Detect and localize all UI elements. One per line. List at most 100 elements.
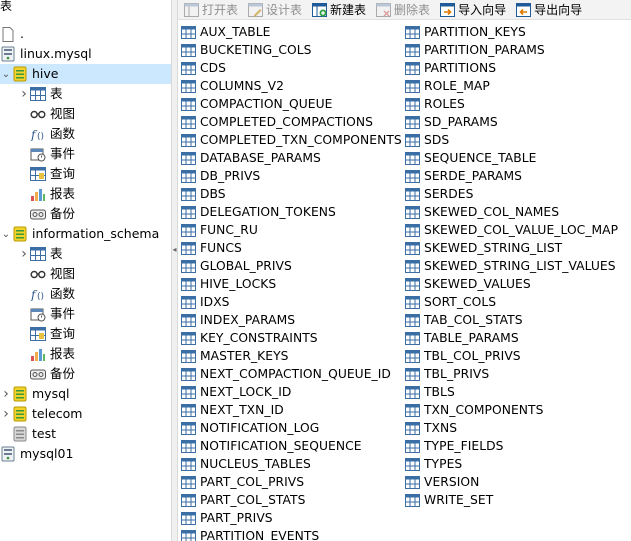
tree-item-报表[interactable]: 报表 [0, 184, 171, 204]
table-item[interactable]: SD_PARAMS [405, 113, 498, 131]
table-item[interactable]: FUNCS [181, 239, 242, 257]
table-icon [181, 115, 196, 129]
open-table-button[interactable]: 打开表 [184, 0, 238, 20]
table-item[interactable]: COMPACTION_QUEUE [181, 95, 332, 113]
tree-item-mysql01[interactable]: mysql01 [0, 444, 171, 464]
table-item[interactable]: TYPES [405, 455, 462, 473]
table-item[interactable]: COLUMNS_V2 [181, 77, 284, 95]
table-item[interactable]: DB_PRIVS [181, 167, 260, 185]
table-item[interactable]: ROLES [405, 95, 465, 113]
table-item[interactable]: PART_COL_STATS [181, 491, 305, 509]
table-item[interactable]: NUCLEUS_TABLES [181, 455, 311, 473]
chevron-right-icon[interactable]: › [0, 384, 12, 404]
table-item[interactable]: SKEWED_STRING_LIST [405, 239, 562, 257]
table-item[interactable]: AUX_TABLE [181, 23, 270, 41]
table-item[interactable]: SKEWED_VALUES [405, 275, 531, 293]
tree-item-事件[interactable]: 事件 [0, 144, 171, 164]
table-item[interactable]: SDS [405, 131, 449, 149]
table-icon [181, 133, 196, 147]
collapse-arrow-icon[interactable]: ◂ [172, 242, 177, 256]
table-name: NEXT_COMPACTION_QUEUE_ID [200, 367, 391, 381]
table-item[interactable]: SERDES [405, 185, 473, 203]
table-item[interactable]: NOTIFICATION_LOG [181, 419, 319, 437]
chevron-down-icon[interactable]: ⌄ [0, 224, 12, 244]
chevron-right-icon[interactable]: › [18, 244, 30, 264]
table-item[interactable]: NEXT_LOCK_ID [181, 383, 291, 401]
table-name: NEXT_LOCK_ID [200, 385, 292, 399]
table-item[interactable]: DELEGATION_TOKENS [181, 203, 336, 221]
table-item[interactable]: SKEWED_COL_VALUE_LOC_MAP [405, 221, 618, 239]
delete-table-button[interactable]: 删除表 [376, 0, 430, 20]
table-item[interactable]: BUCKETING_COLS [181, 41, 312, 59]
table-item[interactable]: TABLE_PARAMS [405, 329, 519, 347]
tree-item-视图[interactable]: 视图 [0, 104, 171, 124]
table-item[interactable]: PARTITION_EVENTS [181, 527, 319, 541]
design-table-button[interactable]: 设计表 [248, 0, 302, 20]
table-item[interactable]: TBLS [405, 383, 455, 401]
table-item[interactable]: NOTIFICATION_SEQUENCE [181, 437, 362, 455]
tree-item-事件[interactable]: 事件 [0, 304, 171, 324]
tree-item-telecom[interactable]: › telecom [0, 404, 171, 424]
table-item[interactable]: SERDE_PARAMS [405, 167, 522, 185]
table-item[interactable]: KEY_CONSTRAINTS [181, 329, 318, 347]
table-item[interactable]: SEQUENCE_TABLE [405, 149, 536, 167]
tree-item-test[interactable]: test [0, 424, 171, 444]
table-item[interactable]: SKEWED_COL_NAMES [405, 203, 559, 221]
table-item[interactable]: TXN_COMPONENTS [405, 401, 543, 419]
database-icon [12, 406, 28, 422]
table-item[interactable]: MASTER_KEYS [181, 347, 289, 365]
table-item[interactable]: INDEX_PARAMS [181, 311, 295, 329]
table-item[interactable]: PARTITIONS [405, 59, 496, 77]
tree-item-hive[interactable]: ⌄ hive [0, 64, 171, 84]
table-name: SORT_COLS [424, 295, 497, 309]
table-item[interactable]: ROLE_MAP [405, 77, 490, 95]
table-item[interactable]: COMPLETED_TXN_COMPONENTS [181, 131, 402, 149]
function-icon: f() [30, 126, 46, 142]
tree-item-查询[interactable]: 查询 [0, 164, 171, 184]
chevron-right-icon[interactable]: › [0, 404, 12, 424]
export-wizard-button[interactable]: 导出向导 [516, 0, 582, 20]
table-item[interactable]: GLOBAL_PRIVS [181, 257, 292, 275]
tree-item-linux-mysql[interactable]: linux.mysql [0, 44, 171, 64]
table-item[interactable]: COMPLETED_COMPACTIONS [181, 113, 373, 131]
tree-item-视图[interactable]: 视图 [0, 264, 171, 284]
table-item[interactable]: VERSION [405, 473, 479, 491]
tree-item-函数[interactable]: f() 函数 [0, 124, 171, 144]
chevron-right-icon[interactable]: › [18, 84, 30, 104]
tree-item-root[interactable]: . [0, 24, 171, 44]
chevron-down-icon[interactable]: ⌄ [0, 64, 12, 84]
table-item[interactable]: IDXS [181, 293, 230, 311]
table-item[interactable]: HIVE_LOCKS [181, 275, 276, 293]
table-item[interactable]: PARTITION_PARAMS [405, 41, 545, 59]
new-table-button[interactable]: 新建表 [312, 0, 366, 20]
tree-item-表[interactable]: › 表 [0, 244, 171, 264]
tree-item-备份[interactable]: 备份 [0, 204, 171, 224]
tree-item-information_schema[interactable]: ⌄ information_schema [0, 224, 171, 244]
panel-splitter[interactable]: ◂ [171, 0, 178, 541]
tree-item-查询[interactable]: 查询 [0, 324, 171, 344]
table-item[interactable]: TBL_COL_PRIVS [405, 347, 521, 365]
tree-item-报表[interactable]: 报表 [0, 344, 171, 364]
tree-item-表[interactable]: › 表 [0, 84, 171, 104]
tree-item-mysql[interactable]: › mysql [0, 384, 171, 404]
table-item[interactable]: SKEWED_STRING_LIST_VALUES [405, 257, 616, 275]
tree-item-函数[interactable]: f() 函数 [0, 284, 171, 304]
table-item[interactable]: PART_PRIVS [181, 509, 273, 527]
table-item[interactable]: TYPE_FIELDS [405, 437, 504, 455]
table-item[interactable]: SORT_COLS [405, 293, 496, 311]
table-item[interactable]: PARTITION_KEYS [405, 23, 526, 41]
import-wizard-button[interactable]: 导入向导 [440, 0, 506, 20]
table-item[interactable]: NEXT_TXN_ID [181, 401, 284, 419]
table-name: PART_COL_STATS [200, 493, 306, 507]
table-item[interactable]: TXNS [405, 419, 457, 437]
table-item[interactable]: DATABASE_PARAMS [181, 149, 321, 167]
table-item[interactable]: WRITE_SET [405, 491, 493, 509]
table-item[interactable]: CDS [181, 59, 226, 77]
table-item[interactable]: FUNC_RU [181, 221, 258, 239]
table-item[interactable]: NEXT_COMPACTION_QUEUE_ID [181, 365, 391, 383]
table-item[interactable]: TBL_PRIVS [405, 365, 489, 383]
table-item[interactable]: DBS [181, 185, 226, 203]
table-item[interactable]: TAB_COL_STATS [405, 311, 523, 329]
table-item[interactable]: PART_COL_PRIVS [181, 473, 304, 491]
tree-item-备份[interactable]: 备份 [0, 364, 171, 384]
